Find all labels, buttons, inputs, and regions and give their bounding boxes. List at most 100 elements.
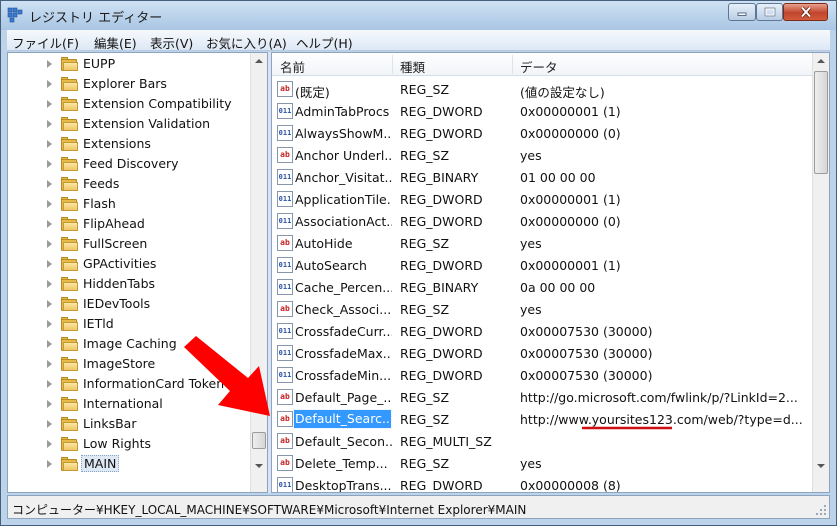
- expand-arrow-icon[interactable]: [47, 240, 52, 248]
- column-divider[interactable]: [392, 55, 393, 74]
- value-row[interactable]: 011 AlwaysShowM... REG_DWORD 0x00000000 (0): [272, 122, 812, 144]
- maximize-button[interactable]: [756, 3, 783, 21]
- expand-arrow-icon[interactable]: [47, 280, 52, 288]
- value-row[interactable]: 011 CrossfadeMin... REG_DWORD 0x00007530 (3…: [272, 364, 812, 386]
- tree-item[interactable]: FlipAhead: [8, 214, 252, 234]
- tree-item[interactable]: LinksBar: [8, 414, 252, 434]
- binary-value-icon: 011: [277, 477, 293, 492]
- values-scrollbar[interactable]: [812, 53, 829, 492]
- values-scroll-thumb[interactable]: [814, 71, 828, 174]
- menu-favorites[interactable]: お気に入り(A): [206, 33, 287, 52]
- value-row[interactable]: 011 Cache_Percen... REG_BINARY 0a 00 00 00: [272, 276, 812, 298]
- tree-item[interactable]: GPActivities: [8, 254, 252, 274]
- tree-item[interactable]: Extension Validation: [8, 114, 252, 134]
- value-row[interactable]: 011 CrossfadeMax... REG_DWORD 0x00007530 (3…: [272, 342, 812, 364]
- close-button[interactable]: [783, 3, 828, 21]
- expand-arrow-icon[interactable]: [47, 300, 52, 308]
- tree-item[interactable]: Low Rights: [8, 434, 252, 454]
- value-row[interactable]: 011 CrossfadeCurr... REG_DWORD 0x00007530 (…: [272, 320, 812, 342]
- tree-item[interactable]: Extension Compatibility: [8, 94, 252, 114]
- tree-item[interactable]: International: [8, 394, 252, 414]
- tree-item[interactable]: Image Caching: [8, 334, 252, 354]
- tree-item[interactable]: IEDevTools: [8, 294, 252, 314]
- value-row[interactable]: 011 DesktopTrans... REG_DWORD 0x00000008 (8…: [272, 474, 812, 492]
- tree-scroll-up-button[interactable]: [251, 53, 267, 70]
- binary-value-icon: 011: [277, 367, 293, 383]
- expand-arrow-icon[interactable]: [47, 380, 52, 388]
- title-bar[interactable]: レジストリ エディター: [1, 1, 836, 30]
- expand-arrow-icon[interactable]: [47, 460, 52, 468]
- expand-arrow-icon[interactable]: [47, 100, 52, 108]
- expand-arrow-icon[interactable]: [47, 180, 52, 188]
- value-row[interactable]: ab Default_Secon... REG_MULTI_SZ: [272, 430, 812, 452]
- tree-item[interactable]: InformationCard Token: [8, 374, 252, 394]
- tree-scroll-thumb[interactable]: [252, 432, 266, 449]
- folder-icon: [61, 197, 79, 211]
- value-row[interactable]: 011 AdminTabProcs REG_DWORD 0x00000001 (1): [272, 100, 812, 122]
- expand-arrow-icon[interactable]: [47, 60, 52, 68]
- value-data: http://go.microsoft.com/fwlink/p/?LinkId…: [520, 390, 798, 405]
- expand-arrow-icon[interactable]: [47, 200, 52, 208]
- expand-arrow-icon[interactable]: [47, 120, 52, 128]
- column-header-data[interactable]: データ: [520, 57, 558, 76]
- tree-item[interactable]: Feed Discovery: [8, 154, 252, 174]
- values-scroll-down-button[interactable]: [813, 458, 829, 475]
- value-row[interactable]: 011 ApplicationTile... REG_DWORD 0x00000001…: [272, 188, 812, 210]
- value-row[interactable]: 011 AutoSearch REG_DWORD 0x00000001 (1): [272, 254, 812, 276]
- tree-scrollbar[interactable]: [250, 53, 267, 492]
- values-pane[interactable]: 名前 種類 データ ab (既定) REG_SZ (値の設定なし) 011 AdminTa…: [271, 52, 830, 493]
- value-row[interactable]: ab Default_Page_... REG_SZ http://go.micros…: [272, 386, 812, 408]
- expand-arrow-icon[interactable]: [47, 420, 52, 428]
- tree-item[interactable]: ImageStore: [8, 354, 252, 374]
- column-header-type[interactable]: 種類: [400, 57, 425, 76]
- tree-item[interactable]: Feeds: [8, 174, 252, 194]
- value-row[interactable]: ab Check_Associ... REG_SZ yes: [272, 298, 812, 320]
- expand-arrow-icon[interactable]: [47, 80, 52, 88]
- tree-item[interactable]: Explorer Bars: [8, 74, 252, 94]
- value-row[interactable]: ab Default_Searc... REG_SZ http://www.yours…: [272, 408, 812, 430]
- value-name: CrossfadeCurr...: [295, 324, 392, 339]
- column-divider[interactable]: [512, 55, 513, 74]
- binary-value-icon: 011: [277, 345, 293, 361]
- tree-item[interactable]: Flash: [8, 194, 252, 214]
- value-row[interactable]: ab Anchor Underl... REG_SZ yes: [272, 144, 812, 166]
- value-row[interactable]: ab AutoHide REG_SZ yes: [272, 232, 812, 254]
- tree-item[interactable]: Extensions: [8, 134, 252, 154]
- value-row[interactable]: ab (既定) REG_SZ (値の設定なし): [272, 78, 812, 100]
- expand-arrow-icon[interactable]: [47, 220, 52, 228]
- expand-arrow-icon[interactable]: [47, 400, 52, 408]
- value-data: 0a 00 00 00: [520, 280, 596, 295]
- tree-scroll-down-button[interactable]: [251, 458, 267, 475]
- expand-arrow-icon[interactable]: [47, 140, 52, 148]
- value-type: REG_DWORD: [400, 126, 483, 141]
- tree-item[interactable]: EUPP: [8, 54, 252, 74]
- resize-grip-icon[interactable]: [815, 504, 827, 516]
- values-scroll-up-button[interactable]: [813, 53, 829, 70]
- expand-arrow-icon[interactable]: [47, 440, 52, 448]
- tree-item[interactable]: HiddenTabs: [8, 274, 252, 294]
- value-row[interactable]: 011 Anchor_Visitat... REG_BINARY 01 00 00 0…: [272, 166, 812, 188]
- value-data: http://www.yoursites123.com/web/?type=d.…: [520, 412, 803, 427]
- expand-arrow-icon[interactable]: [47, 320, 52, 328]
- menu-file[interactable]: ファイル(F): [12, 33, 79, 52]
- value-data: 0x00000001 (1): [520, 192, 621, 207]
- menu-help[interactable]: ヘルプ(H): [296, 33, 353, 52]
- expand-arrow-icon[interactable]: [47, 260, 52, 268]
- tree-item[interactable]: IETld: [8, 314, 252, 334]
- expand-arrow-icon[interactable]: [47, 160, 52, 168]
- minimize-button[interactable]: [728, 3, 756, 21]
- tree-item[interactable]: FullScreen: [8, 234, 252, 254]
- value-data: 0x00000001 (1): [520, 258, 621, 273]
- value-row[interactable]: ab Delete_Temp... REG_SZ yes: [272, 452, 812, 474]
- expand-arrow-icon[interactable]: [47, 360, 52, 368]
- menu-view[interactable]: 表示(V): [150, 33, 193, 52]
- menu-edit[interactable]: 編集(E): [94, 33, 137, 52]
- tree-item[interactable]: MAIN: [8, 454, 252, 474]
- folder-icon: [61, 217, 79, 231]
- expand-arrow-icon[interactable]: [47, 340, 52, 348]
- column-header-name[interactable]: 名前: [280, 57, 305, 76]
- value-name: Default_Page_...: [295, 390, 392, 405]
- value-row[interactable]: 011 AssociationAct... REG_DWORD 0x00000000 …: [272, 210, 812, 232]
- value-data: yes: [520, 302, 542, 317]
- key-tree-pane[interactable]: EUPP Explorer Bars Extension Compatibility…: [7, 52, 268, 493]
